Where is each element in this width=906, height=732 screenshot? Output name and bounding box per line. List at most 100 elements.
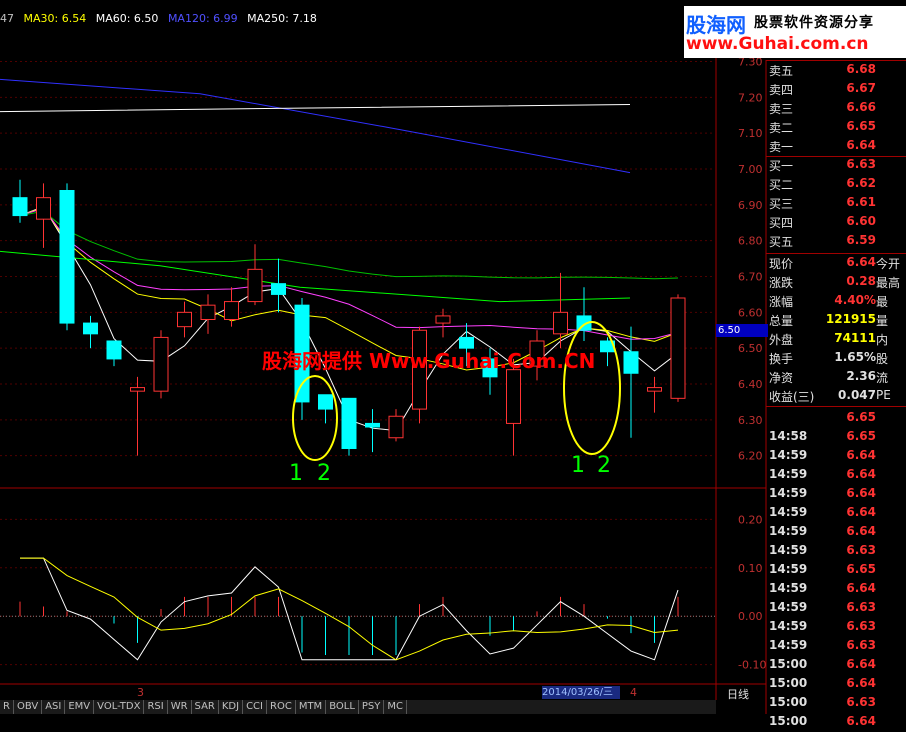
site-logo: 股海网 股票软件资源分享 www.Guhai.com.cn	[684, 6, 906, 58]
candle-body[interactable]	[365, 422, 380, 428]
indicator-tab-vol-tdx[interactable]: VOL-TDX	[94, 700, 145, 714]
candle-body[interactable]	[224, 301, 239, 321]
quote-row: 换手 1.65% 股	[766, 350, 906, 368]
candle-body[interactable]	[506, 369, 521, 424]
tick-row: 14:59 6.64	[766, 505, 906, 523]
price-tick-label: 7.10	[738, 127, 763, 140]
tick-time: 14:59	[769, 562, 808, 576]
indicator-tab-rsi[interactable]: RSI	[144, 700, 168, 714]
ma30-line	[19, 210, 679, 280]
candle-body[interactable]	[153, 336, 169, 392]
quote-label: 买二	[769, 178, 794, 192]
ma-legend: 47 MA30: 6.54 MA60: 6.50 MA120: 6.99 MA2…	[0, 12, 716, 30]
ma120-value: MA120: 6.99	[167, 12, 238, 25]
tick-row: 15:00 6.64	[766, 676, 906, 694]
indicator-tab-boll[interactable]: BOLL	[326, 700, 359, 714]
quote-value: 6.67	[846, 81, 876, 95]
quote-extra-label: 最高	[876, 276, 901, 290]
candle-body[interactable]	[130, 387, 145, 392]
tick-price: 6.64	[846, 448, 876, 462]
indicator-tab-wr[interactable]: WR	[168, 700, 192, 714]
tick-price: 6.65	[846, 429, 876, 443]
candle-body[interactable]	[318, 394, 333, 410]
candle-body[interactable]	[388, 415, 404, 439]
quote-row: 卖二 6.65	[766, 119, 906, 137]
indicator-tab-emv[interactable]: EMV	[65, 700, 95, 714]
candle-body[interactable]	[200, 304, 216, 320]
ma250-line	[0, 104, 631, 113]
indicator-tab-sar[interactable]: SAR	[192, 700, 219, 714]
quote-label: 买三	[769, 197, 794, 211]
indicator-tab-roc[interactable]: ROC	[267, 700, 296, 714]
indicator-tab-psy[interactable]: PSY	[359, 700, 385, 714]
tick-row: 15:00 6.64	[766, 714, 906, 732]
candle-body[interactable]	[435, 315, 451, 324]
quote-row: 现价 6.64 今开	[766, 255, 906, 273]
quote-value: 6.60	[846, 214, 876, 228]
indicator-tab-kdj[interactable]: KDJ	[219, 700, 244, 714]
candle-body[interactable]	[12, 197, 28, 217]
annotation-label: 1	[571, 453, 585, 478]
quote-value: 4.40%	[834, 293, 876, 307]
indicator-tab-mc[interactable]: MC	[384, 700, 408, 714]
quote-extra-label: 量	[876, 314, 889, 328]
tick-row: 14:59 6.64	[766, 524, 906, 542]
candle-body[interactable]	[36, 197, 51, 220]
tick-row: 14:59 6.64	[766, 448, 906, 466]
quote-value: 1.65%	[834, 350, 876, 364]
quote-extra-label: 股	[876, 352, 889, 366]
candle-body[interactable]	[670, 297, 686, 399]
indicator-tab-cci[interactable]: CCI	[243, 700, 267, 714]
price-tick-label: 7.20	[738, 91, 763, 104]
price-tick-label: 6.20	[738, 450, 763, 463]
quote-row: 卖五 6.68	[766, 62, 906, 80]
candle-body[interactable]	[177, 311, 192, 328]
candle-body[interactable]	[271, 283, 286, 295]
period-label[interactable]: 日线	[727, 686, 749, 702]
candle-body[interactable]	[623, 351, 639, 374]
indicator-tab-obv[interactable]: OBV	[14, 700, 43, 714]
tick-time: 14:59	[769, 543, 808, 557]
ma10-value: 47	[0, 12, 14, 25]
tick-row: 15:00 6.64	[766, 657, 906, 675]
tick-price: 6.63	[846, 695, 876, 709]
quote-row: 买五 6.59	[766, 233, 906, 251]
logo-slogan: 股票软件资源分享	[754, 15, 874, 31]
quote-label: 总量	[769, 314, 794, 328]
watermark-text: 股海网提供 Www.Guhai.Com.CN	[262, 349, 596, 373]
tick-time: 14:58	[769, 429, 808, 443]
quote-row: 卖一 6.64	[766, 138, 906, 156]
quote-panel: 卖五 6.68 卖四 6.67 卖三 6.66 卖二 6.65 卖一 6.64 买一 6.63 买二 6.…	[766, 60, 906, 728]
indicator-tab-r[interactable]: R	[0, 700, 14, 714]
tick-price: 6.64	[846, 467, 876, 481]
candle-body[interactable]	[553, 311, 568, 335]
quote-label: 外盘	[769, 333, 794, 347]
price-tick-label: 6.80	[738, 235, 763, 248]
quote-value: 6.64	[846, 138, 876, 152]
indicator-tab-mtm[interactable]: MTM	[296, 700, 327, 714]
quote-row: 买一 6.63	[766, 157, 906, 175]
annotation-label: 1	[289, 461, 303, 486]
highlight-oval-left	[292, 375, 338, 461]
ma60-value: MA60: 6.50	[95, 12, 159, 25]
quote-value: 121915	[825, 312, 876, 326]
price-tick-label: 7.00	[738, 163, 763, 176]
quote-label: 买四	[769, 216, 794, 230]
tick-price: 6.64	[846, 581, 876, 595]
quote-row: 涨跌 0.28 最高	[766, 274, 906, 292]
tick-time: 14:59	[769, 600, 808, 614]
logo-url: www.Guhai.com.cn	[686, 34, 869, 54]
candle-body[interactable]	[106, 340, 122, 360]
candle-body[interactable]	[341, 397, 357, 450]
candle-body[interactable]	[59, 190, 75, 324]
current-price-marker: 6.50	[716, 324, 768, 337]
quote-value: 2.36	[846, 369, 876, 383]
candle-body[interactable]	[647, 387, 662, 392]
quote-value: 6.65	[846, 119, 876, 133]
quote-extra-label: 内	[876, 333, 889, 347]
candle-body[interactable]	[247, 268, 263, 303]
candle-body[interactable]	[83, 322, 98, 335]
tick-price: 6.63	[846, 619, 876, 633]
quote-value: 6.59	[846, 233, 876, 247]
indicator-tab-asi[interactable]: ASI	[42, 700, 66, 714]
